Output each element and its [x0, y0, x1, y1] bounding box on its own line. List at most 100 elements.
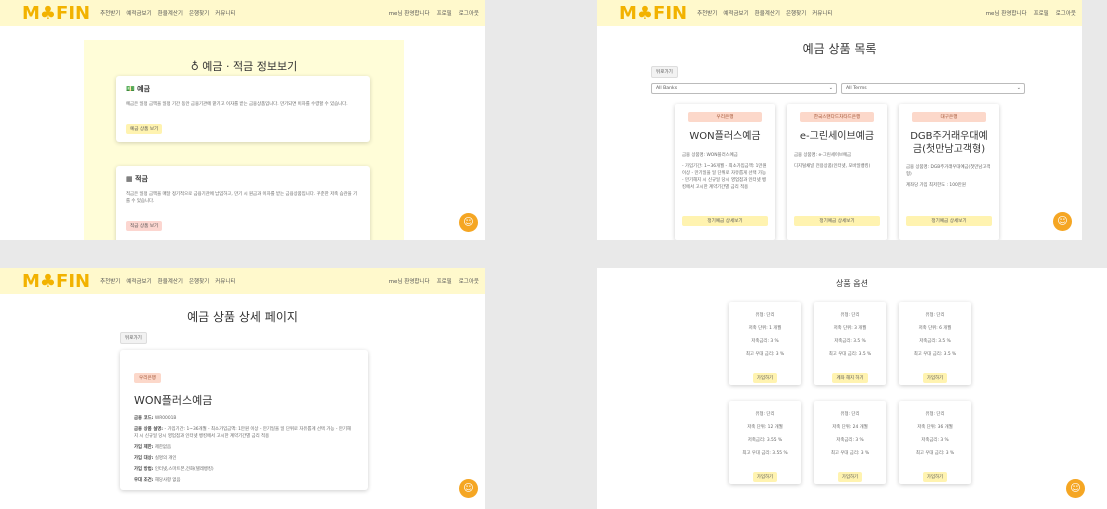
- deposit-heading: 💵 예금: [126, 85, 151, 93]
- option-term: 저축 단위: 1 개월: [748, 326, 782, 331]
- term-filter-select[interactable]: All Terms ⌄: [841, 83, 1025, 94]
- bank-filter-select[interactable]: All Banks ⌄: [651, 83, 837, 94]
- join-button[interactable]: 가입하기: [837, 472, 863, 482]
- product-detail-button[interactable]: 정기예금 상세보기: [906, 216, 992, 226]
- option-card: 유형: 단리 저축 단위: 6 개월 저축금리: 3.5 % 최고 우대 금리:…: [899, 302, 971, 385]
- option-card: 유형: 단리 저축 단위: 12 개월 저축금리: 3.55 % 최고 우대 금…: [729, 401, 801, 484]
- bank-badge: 대구은행: [912, 112, 986, 122]
- option-term: 저축 단위: 24 개월: [832, 425, 868, 430]
- option-term: 저축 단위: 12 개월: [747, 425, 783, 430]
- nav-link-deposits[interactable]: 예적금보기: [126, 9, 151, 17]
- join-button[interactable]: 가입하기: [752, 373, 778, 383]
- nav-link-recommend[interactable]: 추천받기: [697, 9, 717, 17]
- back-button[interactable]: 뒤로가기: [651, 66, 678, 78]
- option-rate: 저축금리: 3.5 %: [919, 339, 951, 344]
- code-value: WR0001B: [154, 416, 177, 421]
- nav-link-exchange[interactable]: 환율계산기: [158, 9, 183, 17]
- nav-link-community[interactable]: 커뮤니티: [215, 277, 235, 285]
- nav-link-deposits[interactable]: 예적금보기: [126, 277, 151, 285]
- profile-link[interactable]: 프로필: [437, 277, 452, 285]
- code-label: 금융 코드:: [134, 416, 154, 421]
- nav-links: 추천받기 예적금보기 환율계산기 은행찾기 커뮤니티: [697, 9, 832, 17]
- product-desc-row: 금융 상품 설명: - 가입기간: 1~36개월 - 최소가입금액: 1만원 이…: [134, 426, 354, 440]
- page-title: 예금 상품 목록: [802, 42, 877, 56]
- product-name: WON플러스예금: [134, 394, 213, 407]
- option-type: 유형: 단리: [755, 313, 775, 318]
- nav-links: 추천받기 예적금보기 환율계산기 은행찾기 커뮤니티: [100, 277, 235, 285]
- product-line: 금융 상품명: e-그린세이브예금: [794, 152, 852, 158]
- logout-link[interactable]: 로그아웃: [459, 277, 479, 285]
- product-code-row: 금융 코드: WR0001B: [134, 415, 354, 422]
- option-type: 유형: 단리: [755, 412, 775, 417]
- deposit-detail-screen: M♣FIN 추천받기 예적금보기 환율계산기 은행찾기 커뮤니티 me님 환영합…: [0, 268, 485, 509]
- nav-link-banks[interactable]: 은행찾기: [786, 9, 806, 17]
- option-max-rate: 최고 우대 금리: 3 %: [745, 352, 785, 357]
- option-rate: 저축금리: 3 %: [751, 339, 779, 344]
- method-label: 가입 방법:: [134, 467, 154, 473]
- option-rate: 저축금리: 3 %: [921, 438, 949, 443]
- product-card: 대구은행 DGB주거래우대예금(첫만남고객형) 금융 상품명: DGB주거래우대…: [899, 104, 999, 240]
- deposit-description: 예금은 일정 금액을 일정 기간 동안 금융기관에 맡기고 이자를 받는 금융상…: [126, 102, 348, 107]
- logo[interactable]: M♣FIN: [22, 271, 90, 292]
- chatbot-icon[interactable]: ☺: [1066, 479, 1085, 498]
- nav-link-community[interactable]: 커뮤니티: [812, 9, 832, 17]
- product-line: 금융 상품명: WON플러스예금: [682, 152, 738, 158]
- nav-link-recommend[interactable]: 추천받기: [100, 9, 120, 17]
- chevron-down-icon: ⌄: [1016, 85, 1021, 91]
- user-greeting: me님 환영합니다: [985, 11, 1027, 17]
- option-term: 저축 단위: 6 개월: [918, 326, 952, 331]
- option-max-rate: 최고 우대 금리: 3 %: [915, 451, 955, 456]
- option-card: 유형: 단리 저축 단위: 24 개월 저축금리: 3 % 최고 우대 금리: …: [814, 401, 886, 484]
- chatbot-icon[interactable]: ☺: [1053, 212, 1072, 231]
- nav-link-community[interactable]: 커뮤니티: [215, 9, 235, 17]
- option-max-rate: 최고 우대 금리: 3.5 %: [913, 352, 957, 357]
- target-label: 가입 대상:: [134, 456, 154, 462]
- product-name: WON플러스예금: [689, 131, 761, 142]
- condition-label: 우대 조건:: [134, 478, 154, 484]
- nav-link-deposits[interactable]: 예적금보기: [723, 9, 748, 17]
- view-deposit-products-button[interactable]: 예금 상품 보기: [126, 124, 163, 135]
- nav-link-banks[interactable]: 은행찾기: [189, 9, 209, 17]
- nav-link-banks[interactable]: 은행찾기: [189, 277, 209, 285]
- join-button[interactable]: 가입하기: [752, 472, 778, 482]
- profile-link[interactable]: 프로필: [437, 9, 452, 17]
- desc-label: 금융 상품 설명:: [134, 427, 164, 433]
- option-rate: 저축금리: 3 %: [836, 438, 864, 443]
- option-type: 유형: 단리: [840, 412, 860, 417]
- target-row: 가입 대상: 실명의 개인: [134, 455, 354, 462]
- logo[interactable]: M♣FIN: [619, 3, 687, 24]
- chatbot-icon[interactable]: ☺: [459, 213, 478, 232]
- nav-user-area: me님 환영합니다 프로필 로그아웃: [389, 9, 479, 17]
- logo[interactable]: M♣FIN: [22, 3, 90, 24]
- logout-link[interactable]: 로그아웃: [459, 9, 479, 17]
- logout-link[interactable]: 로그아웃: [1056, 9, 1076, 17]
- condition-value: 해당사항 없음: [154, 478, 181, 484]
- profile-link[interactable]: 프로필: [1034, 9, 1049, 17]
- user-greeting: me님 환영합니다: [388, 11, 430, 17]
- restriction-row: 가입 제한: 제한없음: [134, 444, 354, 451]
- cancel-account-button[interactable]: 계좌 해지 하기: [832, 373, 868, 383]
- desc-value: - 가입기간: 1~36개월 - 최소가입금액: 1만원 이상 - 만기일을 일…: [134, 427, 351, 440]
- back-button[interactable]: 뒤로가기: [120, 332, 147, 344]
- bank-badge: 우리은행: [134, 373, 161, 383]
- join-button[interactable]: 가입하기: [922, 373, 948, 383]
- nav-link-exchange[interactable]: 환율계산기: [755, 9, 780, 17]
- product-line: 금융 상품명: DGB주거래우대예금(첫만남고객형): [906, 165, 991, 178]
- options-title: 상품 옵션: [836, 279, 868, 288]
- nav-link-exchange[interactable]: 환율계산기: [158, 277, 183, 285]
- navbar: M♣FIN 추천받기 예적금보기 환율계산기 은행찾기 커뮤니티 me님 환영합…: [0, 268, 485, 294]
- product-line: - 가입기간: 1~36개월 - 최소가입금액: 1만원 이상 - 만기일을 일…: [682, 163, 767, 190]
- option-term: 저축 단위: 3 개월: [833, 326, 867, 331]
- product-detail-button[interactable]: 정기예금 상세보기: [794, 216, 880, 226]
- join-button[interactable]: 가입하기: [922, 472, 948, 482]
- nav-link-recommend[interactable]: 추천받기: [100, 277, 120, 285]
- option-rate: 저축금리: 3.55 %: [747, 438, 783, 443]
- navbar: M♣FIN 추천받기 예적금보기 환율계산기 은행찾기 커뮤니티 me님 환영합…: [597, 0, 1082, 26]
- product-detail-button[interactable]: 정기예금 상세보기: [682, 216, 768, 226]
- nav-user-area: me님 환영합니다 프로필 로그아웃: [986, 9, 1076, 17]
- option-max-rate: 최고 우대 금리: 3.5 %: [828, 352, 872, 357]
- chatbot-icon[interactable]: ☺: [459, 479, 478, 498]
- option-card: 유형: 단리 저축 단위: 3 개월 저축금리: 3.5 % 최고 우대 금리:…: [814, 302, 886, 385]
- nav-user-area: me님 환영합니다 프로필 로그아웃: [389, 277, 479, 285]
- view-saving-products-button[interactable]: 적금 상품 보기: [126, 221, 163, 232]
